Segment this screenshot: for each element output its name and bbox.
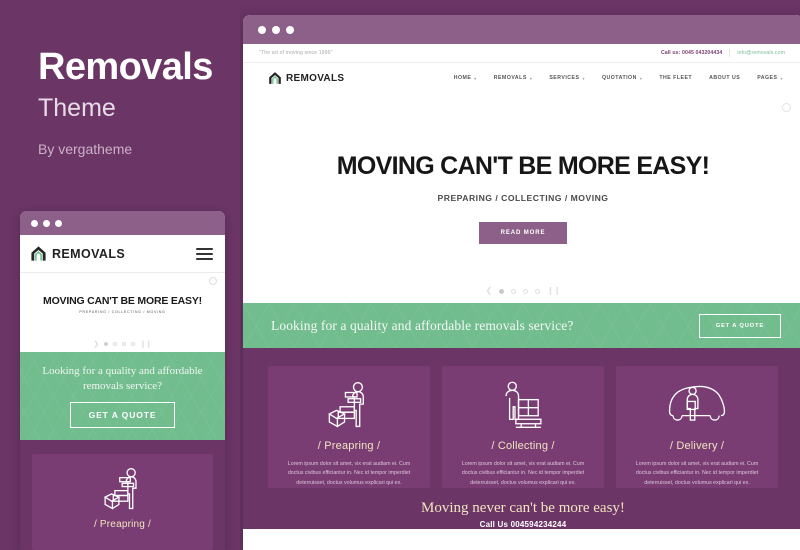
mobile-slider-nav[interactable]: ❯ ❙❙ xyxy=(20,336,225,352)
footer-title: Moving never can't be more easy! xyxy=(421,500,625,516)
promo-subtitle: Theme xyxy=(38,93,116,122)
window-dot-minimize[interactable] xyxy=(272,25,280,34)
mobile-preview: REMOVALS MOVING CAN'T BE MORE EASY! PREP… xyxy=(20,211,225,550)
slider-dot-3[interactable] xyxy=(523,288,529,294)
menu-label: PAGES xyxy=(757,75,778,81)
slider-dot-4[interactable] xyxy=(535,288,541,294)
footer-strip: Moving never can't be more easy! Call Us… xyxy=(243,488,800,529)
mobile-service-title: / Preapring / xyxy=(93,519,152,530)
chevron-down-icon: ▾ xyxy=(780,75,783,81)
mobile-site-header: REMOVALS xyxy=(20,235,225,273)
service-card-delivery[interactable]: / Delivery / Lorem ipsum dolor sit amet,… xyxy=(616,366,778,488)
window-dot-close[interactable] xyxy=(258,25,266,34)
mobile-get-a-quote-button[interactable]: GET A QUOTE xyxy=(69,402,176,429)
mobile-cta-text: Looking for a quality and affordable rem… xyxy=(42,364,203,392)
window-dot-maximize[interactable] xyxy=(55,219,62,227)
cta-band: Looking for a quality and affordable rem… xyxy=(243,303,800,348)
promo-title-block: Removals Theme By vergatheme xyxy=(38,46,238,157)
menu-item-removals[interactable]: REMOVALS ▾ xyxy=(494,75,533,81)
hero-ring-icon xyxy=(782,103,791,112)
slider-dot-1[interactable] xyxy=(104,342,109,346)
promo-panel: Removals Theme By vergatheme REMOVALS MO… xyxy=(0,0,240,550)
mobile-services: / Preapring / xyxy=(20,440,225,550)
mobile-hero-subtitle: PREPARING / COLLECTING / MOVING xyxy=(79,310,166,314)
slider-dot-2[interactable] xyxy=(511,288,517,294)
mobile-brand-text: REMOVALS xyxy=(52,246,126,261)
menu-label: QUOTATION xyxy=(601,75,637,81)
brand-name: REMOVALS xyxy=(286,72,345,84)
mobile-brand[interactable]: REMOVALS xyxy=(30,245,125,262)
menu-label: REMOVALS xyxy=(493,75,527,81)
mobile-window-chrome xyxy=(20,211,225,235)
promo-author: By vergatheme xyxy=(38,140,133,157)
footer-call: Call Us 004594234244 xyxy=(479,520,567,529)
mobile-service-card[interactable]: / Preapring / xyxy=(32,454,213,550)
service-card-collecting[interactable]: / Collecting / Lorem ipsum dolor sit ame… xyxy=(442,366,604,488)
pause-icon[interactable]: ❙❙ xyxy=(547,287,560,295)
menu-item-home[interactable]: HOME ▾ xyxy=(454,75,477,81)
chevron-down-icon: ▾ xyxy=(582,75,585,81)
menu-label: THE FLEET xyxy=(659,75,693,81)
house-arch-icon xyxy=(30,245,47,262)
service-body: Lorem ipsum dolor sit amet, vix erat aud… xyxy=(635,461,759,486)
window-dot-maximize[interactable] xyxy=(286,25,294,34)
menu-item-the-fleet[interactable]: THE FLEET xyxy=(659,75,692,81)
window-dot-minimize[interactable] xyxy=(43,219,50,227)
menu-item-services[interactable]: SERVICES ▾ xyxy=(549,75,585,81)
read-more-button[interactable]: READ MORE xyxy=(478,222,568,244)
service-body: Lorem ipsum dolor sit amet, vix erat aud… xyxy=(287,461,411,486)
slider-dot-1[interactable] xyxy=(499,288,505,294)
topbar-contact: Call us: 0045 043204434 info@removals.co… xyxy=(661,49,785,57)
pause-icon[interactable]: ❙❙ xyxy=(140,340,152,348)
chevron-down-icon: ▾ xyxy=(529,75,533,81)
phone-link[interactable]: Call us: 0045 043204434 xyxy=(661,50,722,56)
slider-dot-2[interactable] xyxy=(113,342,118,346)
brand-logo[interactable]: REMOVALS xyxy=(268,71,344,85)
house-arch-icon xyxy=(268,71,282,85)
worker-pallet-icon xyxy=(494,380,552,430)
site-tagline: "The art of moving since 1996" xyxy=(259,50,333,56)
chevron-left-icon[interactable]: ❮ xyxy=(485,287,492,295)
services-section: / Preapring / Lorem ipsum dolor sit amet… xyxy=(243,348,800,488)
mobile-cta-band: Looking for a quality and affordable rem… xyxy=(20,352,225,440)
hero-slider: MOVING CAN'T BE MORE EASY! PREPARING / C… xyxy=(243,93,800,303)
slider-nav: ❮ ❙❙ xyxy=(243,287,800,295)
chevron-down-icon: ▾ xyxy=(639,75,643,81)
cta-text: Looking for a quality and affordable rem… xyxy=(271,317,574,333)
site-topbar: "The art of moving since 1996" Call us: … xyxy=(243,44,800,63)
mobile-hero: MOVING CAN'T BE MORE EASY! PREPARING / C… xyxy=(20,273,225,336)
browser-window-chrome xyxy=(243,15,800,44)
mobile-hero-ring-icon xyxy=(209,277,217,285)
menu-label: ABOUT US xyxy=(709,75,741,81)
hero-subtitle: PREPARING / COLLECTING / MOVING xyxy=(437,193,609,203)
packing-boxes-worker-icon xyxy=(320,380,378,430)
slider-dot-4[interactable] xyxy=(131,342,136,346)
window-dot-close[interactable] xyxy=(31,219,38,227)
desktop-preview: "The art of moving since 1996" Call us: … xyxy=(243,15,800,550)
service-card-preparing[interactable]: / Preapring / Lorem ipsum dolor sit amet… xyxy=(268,366,430,488)
service-title: / Collecting / xyxy=(491,440,555,452)
chevron-right-icon[interactable]: ❯ xyxy=(93,340,99,348)
slider-dot-3[interactable] xyxy=(122,342,127,346)
menu-item-quotation[interactable]: QUOTATION ▾ xyxy=(602,75,642,81)
main-menu: HOME ▾ REMOVALS ▾ SERVICES ▾ QUOTATION ▾… xyxy=(454,75,783,81)
chevron-down-icon: ▾ xyxy=(474,75,477,81)
site-navbar: REMOVALS HOME ▾ REMOVALS ▾ SERVICES ▾ QU… xyxy=(243,63,800,93)
hero-title: MOVING CAN'T BE MORE EASY! xyxy=(336,152,710,180)
menu-label: HOME xyxy=(453,75,472,81)
menu-item-pages[interactable]: PAGES ▾ xyxy=(757,75,783,81)
hamburger-icon[interactable] xyxy=(196,247,213,260)
mobile-hero-title: MOVING CAN'T BE MORE EASY! xyxy=(43,295,202,307)
service-body: Lorem ipsum dolor sit amet, vix erat aud… xyxy=(461,461,585,486)
service-title: / Preapring / xyxy=(317,440,381,452)
delivery-van-worker-icon xyxy=(666,380,728,430)
page-title: Removals xyxy=(38,46,213,88)
topbar-divider xyxy=(729,49,731,57)
packing-boxes-worker-icon xyxy=(97,466,149,512)
service-title: / Delivery / xyxy=(669,440,725,452)
get-a-quote-button[interactable]: GET A QUOTE xyxy=(698,313,781,338)
menu-item-about-us[interactable]: ABOUT US xyxy=(709,75,740,81)
email-link[interactable]: info@removals.com xyxy=(737,50,785,56)
menu-label: SERVICES xyxy=(549,75,580,81)
